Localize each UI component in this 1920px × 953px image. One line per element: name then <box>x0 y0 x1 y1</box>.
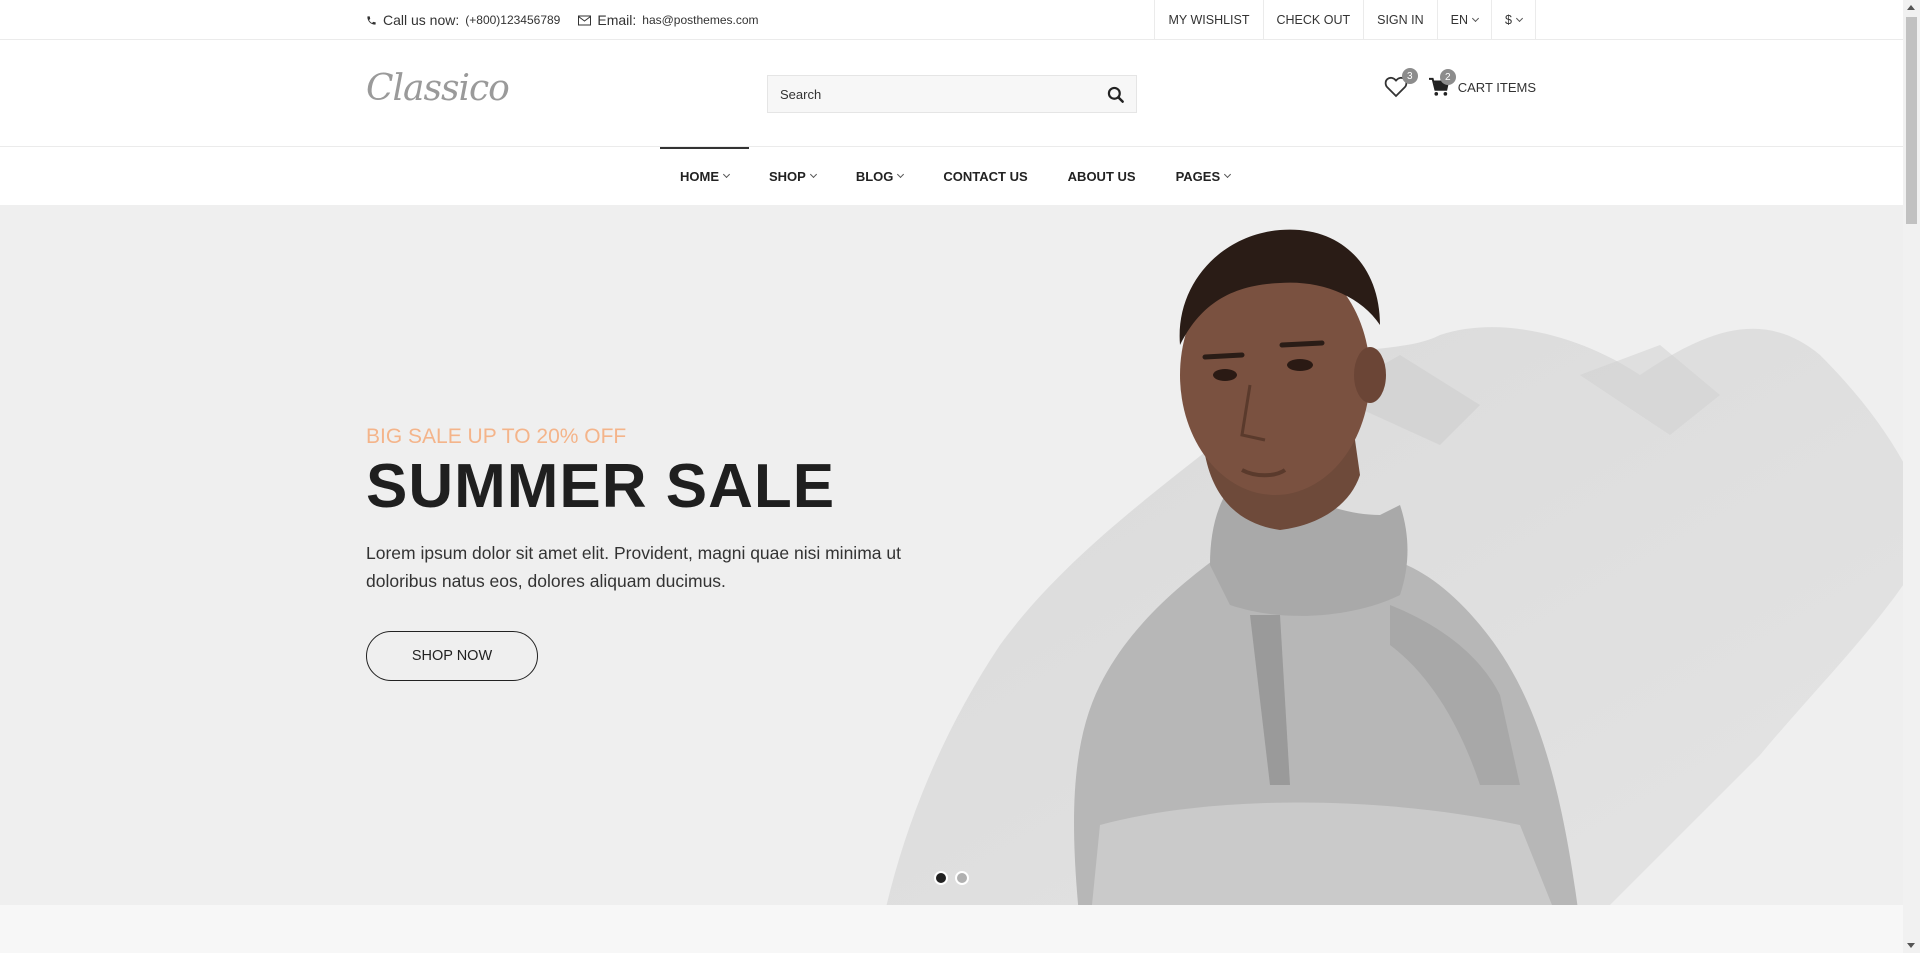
email-address[interactable]: has@posthemes.com <box>642 13 758 27</box>
slider-pagination <box>934 871 969 885</box>
nav-item-blog[interactable]: BLOG <box>836 147 924 205</box>
nav-item-label: CONTACT US <box>943 168 1028 184</box>
wishlist-count-badge: 3 <box>1401 68 1418 84</box>
checkout-link[interactable]: CHECK OUT <box>1262 0 1364 40</box>
hero-slider: BIG SALE UP TO 20% OFF SUMMER SALE Lorem… <box>0 205 1903 905</box>
nav-item-home[interactable]: HOME <box>660 147 749 205</box>
wishlist-button[interactable]: 3 <box>1384 68 1418 98</box>
nav-item-pages[interactable]: PAGES <box>1156 147 1251 205</box>
search-input[interactable] <box>768 86 1088 102</box>
cart-label: CART ITEMS <box>1457 79 1536 95</box>
chevron-down-icon <box>1515 14 1524 23</box>
search-icon[interactable] <box>1106 85 1126 105</box>
search-bar <box>767 75 1137 113</box>
chevron-down-icon <box>1472 14 1480 23</box>
chevron-down-icon <box>722 170 731 179</box>
cart-button[interactable]: 2 CART ITEMS <box>1428 69 1536 97</box>
email-label: Email: <box>597 12 637 28</box>
nav-item-label: ABOUT US <box>1067 168 1136 184</box>
site-logo[interactable]: Classico <box>366 68 510 109</box>
chevron-down-icon <box>1224 170 1232 179</box>
hero-description: Lorem ipsum dolor sit amet elit. Provide… <box>366 543 901 592</box>
nav-item-contact-us[interactable]: CONTACT US <box>923 147 1047 205</box>
language-value: EN <box>1450 13 1469 27</box>
shop-now-button[interactable]: SHOP NOW <box>366 631 538 682</box>
main-navigation: HOME SHOP BLOG CONTACT US ABOUT US PAGES <box>0 147 1903 205</box>
phone-label: Call us now: <box>383 12 460 28</box>
language-selector[interactable]: EN <box>1436 0 1491 40</box>
phone-number[interactable]: (+800)123456789 <box>465 13 560 27</box>
top-bar: Call us now: (+800)123456789 Email: has@… <box>0 0 1903 40</box>
currency-value: $ <box>1505 13 1512 27</box>
sign-in-link[interactable]: SIGN IN <box>1363 0 1437 40</box>
scroll-up-icon[interactable] <box>1907 5 1915 10</box>
slide-dot-2[interactable] <box>955 871 969 885</box>
slide-dot-1[interactable] <box>934 871 948 885</box>
nav-item-label: BLOG <box>855 168 894 184</box>
account-links: MY WISHLIST CHECK OUT SIGN IN EN $ <box>1154 0 1536 40</box>
my-wishlist-link[interactable]: MY WISHLIST <box>1154 0 1262 40</box>
contact-info: Call us now: (+800)123456789 Email: has@… <box>366 0 759 40</box>
scrollbar-thumb[interactable] <box>1906 17 1917 224</box>
nav-item-label: SHOP <box>769 168 806 184</box>
hero-content: BIG SALE UP TO 20% OFF SUMMER SALE Lorem… <box>366 425 986 682</box>
chevron-down-icon <box>897 170 905 179</box>
phone-info: Call us now: (+800)123456789 <box>366 12 560 28</box>
nav-item-about-us[interactable]: ABOUT US <box>1048 147 1156 205</box>
nav-item-label: HOME <box>680 168 719 184</box>
next-section <box>0 905 1903 953</box>
currency-selector[interactable]: $ <box>1491 0 1536 40</box>
nav-menu: HOME SHOP BLOG CONTACT US ABOUT US PAGES <box>660 147 1250 205</box>
scroll-down-icon[interactable] <box>1907 943 1915 948</box>
hero-subtitle: BIG SALE UP TO 20% OFF <box>366 425 627 448</box>
page-scrollbar[interactable] <box>1903 0 1920 953</box>
nav-item-shop[interactable]: SHOP <box>749 147 836 205</box>
cart-count-badge: 2 <box>1439 69 1456 85</box>
hero-title: SUMMER SALE <box>366 452 836 521</box>
nav-item-label: PAGES <box>1175 168 1221 184</box>
model-image <box>1074 229 1578 905</box>
header-icons: 3 2 CART ITEMS <box>1384 68 1536 98</box>
email-info: Email: has@posthemes.com <box>578 12 759 28</box>
phone-icon <box>367 15 376 25</box>
chevron-down-icon <box>809 170 817 179</box>
site-header: Classico 3 2 CART ITEMS <box>0 40 1903 147</box>
mail-icon <box>578 15 592 25</box>
